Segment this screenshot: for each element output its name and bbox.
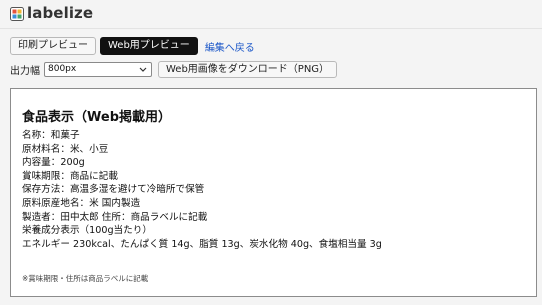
app-name: labelize	[27, 4, 94, 22]
label-lines: 名称：和菓子 原材料名：米、小豆 内容量：200g 賞味期限：商品に記載 保存方…	[22, 129, 382, 251]
preview-toolbar: 印刷プレビュー Web用プレビュー 編集へ戻る	[10, 37, 255, 55]
labelize-logo-icon	[10, 6, 24, 21]
label-line-ingredients: 原材料名：米、小豆	[22, 143, 109, 155]
print-preview-button[interactable]: 印刷プレビュー	[10, 37, 96, 55]
label-line-nutrition-heading: 栄養成分表示（100g当たり）	[22, 225, 152, 237]
brand[interactable]: labelize	[10, 4, 93, 22]
output-width-select[interactable]: 800px	[44, 62, 152, 77]
back-to-edit-link[interactable]: 編集へ戻る	[205, 39, 255, 54]
web-preview-button[interactable]: Web用プレビュー	[100, 37, 198, 55]
chevron-down-icon	[138, 63, 148, 76]
label-line-nutrition-values: エネルギー 230kcal、たんぱく質 14g、脂質 13g、炭水化物 40g、…	[22, 238, 382, 250]
app-header: labelize	[0, 0, 542, 29]
label-line-name: 名称：和菓子	[22, 130, 80, 141]
label-line-best-before: 賞味期限：商品に記載	[22, 170, 118, 182]
label-preview-card: 食品表示（Web掲載用） 名称：和菓子 原材料名：米、小豆 内容量：200g 賞…	[10, 88, 537, 297]
output-width-value: 800px	[48, 64, 77, 74]
label-line-manufacturer: 製造者：田中太郎 住所：商品ラベルに記載	[22, 211, 208, 223]
label-footnote: ※賞味期限・住所は商品ラベルに記載	[22, 274, 149, 283]
label-line-origin: 原料原産地名：米 国内製造	[22, 197, 141, 209]
output-toolbar: 出力幅 800px Web用画像をダウンロード（PNG）	[10, 61, 338, 78]
download-png-button[interactable]: Web用画像をダウンロード（PNG）	[158, 61, 338, 78]
label-line-quantity: 内容量：200g	[22, 157, 85, 169]
output-width-label: 出力幅	[10, 66, 40, 77]
label-line-storage: 保存方法：高温多湿を避けて冷暗所で保管	[22, 184, 205, 196]
label-title: 食品表示（Web掲載用）	[22, 110, 171, 125]
